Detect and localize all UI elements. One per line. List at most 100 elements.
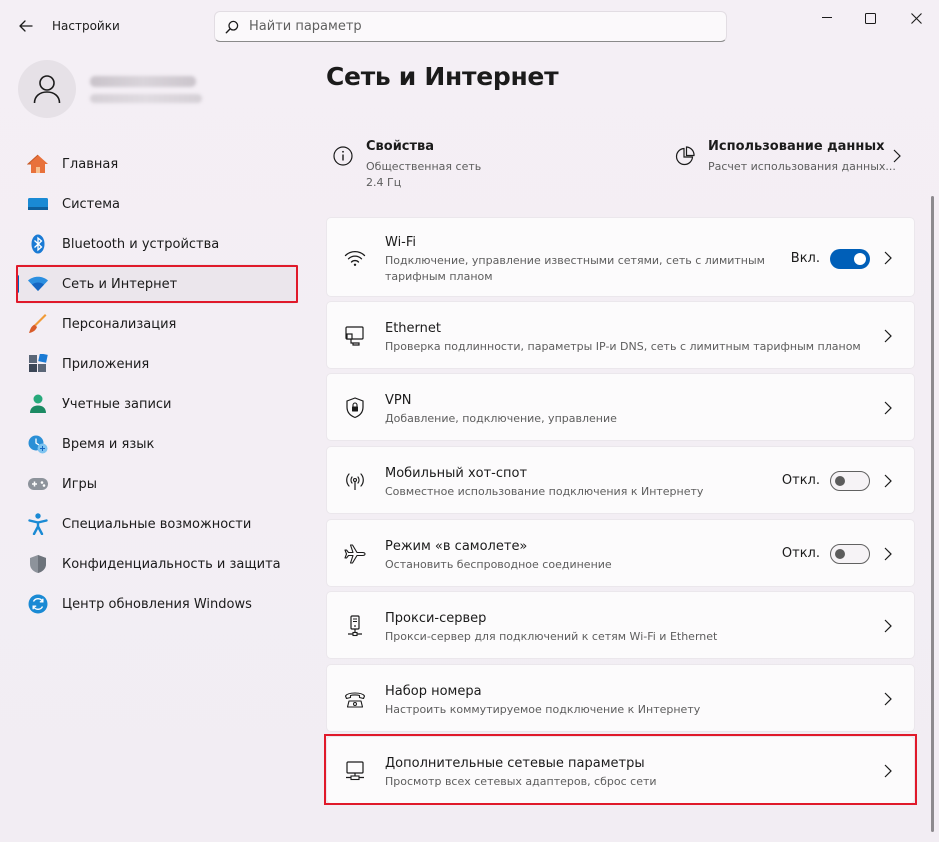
sidebar-item-gaming[interactable]: Игры	[16, 464, 298, 504]
chevron-right-icon[interactable]	[892, 148, 902, 167]
maximize-button[interactable]	[847, 4, 893, 32]
sidebar-nav: Главная Система Bluetooth и устройства С…	[16, 144, 298, 624]
data-usage-title: Использование данных	[708, 139, 885, 154]
minimize-icon	[822, 17, 832, 18]
back-arrow-icon	[19, 20, 33, 32]
card-subtitle: Совместное использование подключения к И…	[385, 485, 704, 498]
network-profile-type: Общественная сеть	[366, 160, 482, 173]
dialup-phone-icon	[344, 688, 366, 710]
card-subtitle: Добавление, подключение, управление	[385, 412, 617, 425]
sidebar-item-accessibility[interactable]: Специальные возможности	[16, 504, 298, 544]
proxy-icon	[344, 615, 366, 637]
title-bar: Настройки	[0, 0, 939, 48]
user-name-redacted	[90, 76, 196, 87]
sidebar-item-label: Игры	[62, 476, 98, 492]
sidebar-item-apps[interactable]: Приложения	[16, 344, 298, 384]
user-email-redacted	[90, 94, 202, 103]
sidebar-item-label: Специальные возможности	[62, 516, 252, 532]
home-icon	[26, 152, 50, 176]
user-icon	[33, 75, 61, 104]
apps-icon	[26, 352, 50, 376]
system-monitor-icon	[26, 192, 50, 216]
sidebar-item-accounts[interactable]: Учетные записи	[16, 384, 298, 424]
chevron-right-icon	[882, 329, 894, 343]
shield-icon	[26, 552, 50, 576]
data-usage-status: Расчет использования данных...	[708, 160, 896, 173]
chevron-right-icon	[882, 692, 894, 706]
properties-card[interactable]: Свойства Общественная сеть 2.4 Гц	[326, 130, 656, 200]
search-icon	[215, 20, 249, 34]
sidebar-item-home[interactable]: Главная	[16, 144, 298, 184]
time-language-icon	[26, 432, 50, 456]
card-subtitle: Проверка подлинности, параметры IP-и DNS…	[385, 340, 861, 353]
card-subtitle: Остановить беспроводное соединение	[385, 558, 612, 571]
sidebar-item-label: Приложения	[62, 356, 150, 372]
ethernet-icon	[344, 325, 366, 347]
hotspot-icon	[344, 470, 366, 492]
sidebar-item-system[interactable]: Система	[16, 184, 298, 224]
sidebar-item-label: Система	[62, 196, 121, 212]
wifi-toggle[interactable]	[830, 249, 870, 269]
settings-window: Настройки Главная	[0, 0, 939, 842]
chevron-right-icon	[882, 547, 894, 561]
vpn-shield-icon	[344, 397, 366, 419]
sidebar-item-time-language[interactable]: Время и язык	[16, 424, 298, 464]
sidebar-item-label: Конфиденциальность и защита	[62, 556, 281, 572]
airplane-mode-toggle[interactable]	[830, 544, 870, 564]
avatar	[18, 60, 76, 118]
app-title: Настройки	[52, 19, 120, 33]
wifi-icon	[344, 247, 366, 269]
hotspot-toggle[interactable]	[830, 471, 870, 491]
close-button[interactable]	[893, 4, 939, 32]
sidebar-item-label: Центр обновления Windows	[62, 596, 252, 612]
card-title: Мобильный хот-спот	[385, 466, 528, 481]
card-title: Ethernet	[385, 321, 441, 336]
chevron-right-icon	[882, 251, 894, 265]
sidebar-item-label: Учетные записи	[62, 396, 172, 412]
card-title: Набор номера	[385, 684, 482, 699]
network-band: 2.4 Гц	[366, 176, 402, 189]
card-title: VPN	[385, 393, 412, 408]
card-title: Прокси-сервер	[385, 611, 487, 626]
ethernet-card[interactable]: Ethernet Проверка подлинности, параметры…	[326, 301, 915, 369]
sidebar-item-windows-update[interactable]: Центр обновления Windows	[16, 584, 298, 624]
page-title: Сеть и Интернет	[326, 62, 559, 91]
accessibility-icon	[26, 512, 50, 536]
highlight-annotation-sidebar	[16, 265, 298, 303]
airplane-mode-card[interactable]: Режим «в самолете» Остановить беспроводн…	[326, 519, 915, 587]
gamepad-icon	[26, 472, 50, 496]
minimize-button[interactable]	[804, 4, 850, 32]
hotspot-toggle-state: Откл.	[781, 473, 820, 488]
vpn-card[interactable]: VPN Добавление, подключение, управление	[326, 373, 915, 441]
back-button[interactable]	[14, 14, 38, 38]
search-box[interactable]	[214, 11, 727, 42]
chevron-right-icon	[882, 619, 894, 633]
mobile-hotspot-card[interactable]: Мобильный хот-спот Совместное использова…	[326, 446, 915, 514]
sidebar-item-privacy[interactable]: Конфиденциальность и защита	[16, 544, 298, 584]
card-subtitle: Настроить коммутируемое подключение к Ин…	[385, 703, 701, 716]
info-icon	[326, 130, 360, 200]
chevron-right-icon	[882, 474, 894, 488]
sidebar-item-label: Время и язык	[62, 436, 155, 452]
dialup-card[interactable]: Набор номера Настроить коммутируемое под…	[326, 664, 915, 732]
properties-title: Свойства	[366, 139, 435, 154]
pie-chart-icon	[668, 130, 702, 200]
wifi-card[interactable]: Wi-Fi Подключение, управление известными…	[326, 217, 915, 297]
scrollbar[interactable]	[931, 196, 934, 832]
maximize-icon	[864, 12, 876, 24]
network-summary: Свойства Общественная сеть 2.4 Гц Исполь…	[326, 130, 915, 200]
windows-update-icon	[26, 592, 50, 616]
sidebar-item-personalization[interactable]: Персонализация	[16, 304, 298, 344]
paint-brush-icon	[26, 312, 50, 336]
sidebar-item-bluetooth[interactable]: Bluetooth и устройства	[16, 224, 298, 264]
close-icon	[910, 12, 922, 24]
account-icon	[26, 392, 50, 416]
proxy-card[interactable]: Прокси-сервер Прокси-сервер для подключе…	[326, 591, 915, 659]
search-input[interactable]	[249, 19, 709, 34]
sidebar-item-label: Персонализация	[62, 316, 177, 332]
airplane-icon	[344, 543, 366, 565]
data-usage-card[interactable]: Использование данных Расчет использовани…	[668, 130, 915, 200]
highlight-annotation-advanced	[324, 734, 917, 805]
airplane-toggle-state: Откл.	[781, 546, 820, 561]
sidebar-item-label: Главная	[62, 156, 119, 172]
